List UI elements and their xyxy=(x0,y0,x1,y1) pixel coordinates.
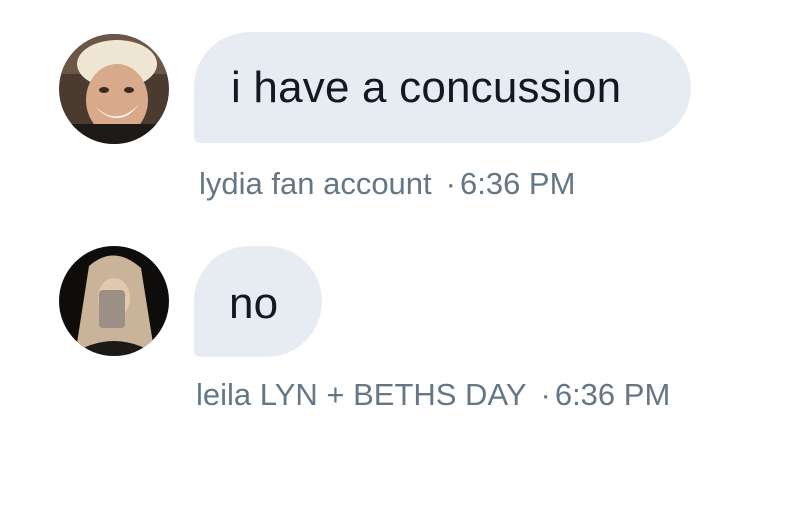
message-text-2: no xyxy=(229,279,279,328)
sender-avatar-1[interactable] xyxy=(59,34,169,144)
message-bubble-2[interactable]: no xyxy=(194,246,322,357)
message-meta-1: lydia fan account · 6:36 PM xyxy=(199,168,575,199)
timestamp-2: 6:36 PM xyxy=(554,377,671,412)
meta-separator-1: · xyxy=(445,166,456,201)
message-text-1: i have a concussion xyxy=(231,63,622,112)
sender-name-2[interactable]: leila LYN + BETHS DAY xyxy=(196,377,527,412)
message-meta-2: leila LYN + BETHS DAY · 6:36 PM xyxy=(196,379,670,410)
meta-separator-2: · xyxy=(540,377,551,412)
sender-name-1[interactable]: lydia fan account xyxy=(199,166,432,201)
timestamp-1: 6:36 PM xyxy=(459,166,576,201)
avatar-photo-icon xyxy=(59,246,169,356)
sender-avatar-2[interactable] xyxy=(59,246,169,356)
message-bubble-1[interactable]: i have a concussion xyxy=(194,32,691,143)
avatar-photo-icon xyxy=(59,34,169,144)
